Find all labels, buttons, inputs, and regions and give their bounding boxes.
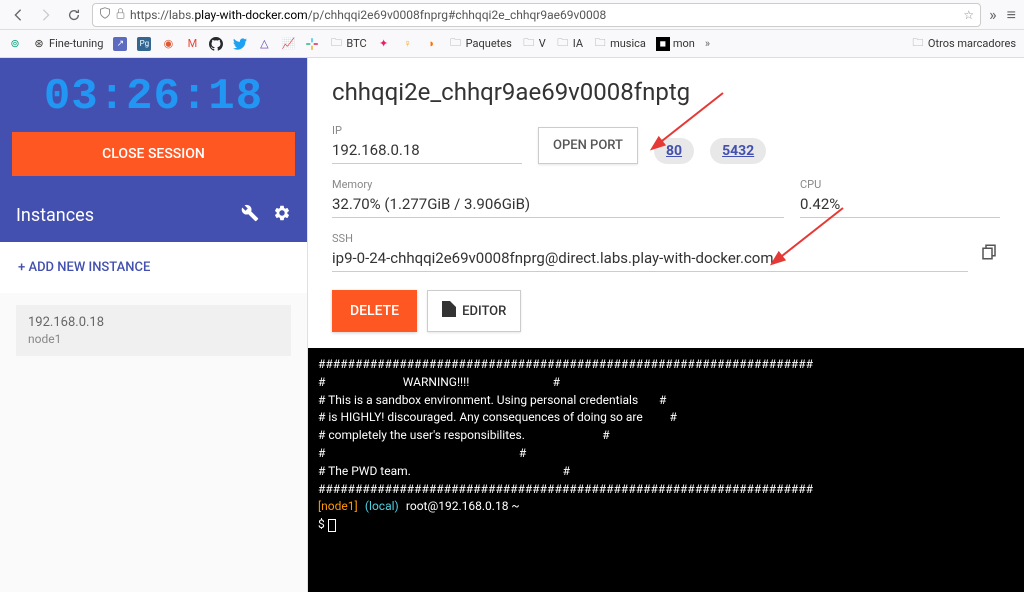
instance-panel: chhqqi2e_chhqr9ae69v0008fnptg IP 192.168… [308,58,1024,348]
duckduckgo-icon: ◉ [161,37,175,51]
bookmark-folder[interactable]: 🗀Paquetes [449,37,512,51]
pg-icon: Pg [137,37,151,51]
chart-icon: 📈 [281,37,295,51]
port-link-80[interactable]: 80 [654,138,694,164]
chevron-double-right-icon[interactable]: » [989,5,997,25]
bookmark-folder[interactable]: 🗀V [522,37,546,51]
delete-button[interactable]: DELETE [332,290,417,332]
shield-icon [99,7,111,22]
folder-icon: 🗀 [556,37,570,51]
slack-icon [305,37,319,51]
bookmark-folder[interactable]: 🗀BTC [329,37,366,51]
bookmark-item[interactable]: ♀ [401,37,415,51]
main-area: 03:26:18 CLOSE SESSION Instances + ADD N… [0,58,1024,592]
gmail-icon: M [185,37,199,51]
bookmark-item[interactable]: ⊛Fine-tuning [32,37,103,51]
gear-icon[interactable] [273,204,291,226]
content-area: chhqqi2e_chhqr9ae69v0008fnptg IP 192.168… [308,58,1024,592]
instance-name: node1 [28,332,279,346]
reload-button[interactable] [64,5,84,25]
instance-title: chhqqi2e_chhqr9ae69v0008fnptg [332,78,1000,106]
url-text: https://labs.play-with-docker.com/p/chhq… [130,8,959,22]
bookmark-folder-otros[interactable]: 🗀Otros marcadores [911,37,1016,51]
openai-icon: ⊚ [8,37,22,51]
instances-header: Instances [0,192,307,242]
browser-toolbar: https://labs.play-with-docker.com/p/chhq… [0,0,1024,30]
bookmark-item[interactable]: ◼mon [656,37,695,51]
terminal-cursor [328,519,336,532]
mon-icon: ◼ [656,37,670,51]
folder-icon: 🗀 [911,37,925,51]
ext-icon: ↗ [113,37,127,51]
bookmark-item[interactable]: ↗ [113,37,127,51]
generic-icon: ◗ [425,37,439,51]
ssh-label: SSH [332,232,968,245]
folder-icon: 🗀 [522,37,536,51]
add-instance-button[interactable]: + ADD NEW INSTANCE [0,242,307,293]
sidebar: 03:26:18 CLOSE SESSION Instances + ADD N… [0,58,308,592]
bookmark-item[interactable]: 📈 [281,37,295,51]
folder-icon: 🗀 [329,37,343,51]
bookmark-folder[interactable]: 🗀IA [556,37,583,51]
instances-title: Instances [16,205,94,226]
generic-icon: ♀ [401,37,415,51]
bookmark-item[interactable]: △ [257,37,271,51]
bookmark-item[interactable]: ⊚ [8,37,22,51]
bookmark-item[interactable]: ◉ [161,37,175,51]
close-session-button[interactable]: CLOSE SESSION [12,132,295,176]
folder-icon: 🗀 [593,37,607,51]
memory-label: Memory [332,178,784,191]
ip-value: 192.168.0.18 [332,141,522,164]
openai-icon: ⊛ [32,37,46,51]
forward-button[interactable] [36,5,56,25]
file-icon [442,301,456,321]
terminal[interactable]: ########################################… [308,348,1024,592]
chevron-double-right-icon[interactable]: » [705,37,710,50]
ssh-value: ip9-0-24-chhqqi2e69v0008fnprg@direct.lab… [332,249,968,272]
bookmark-item[interactable] [209,37,223,51]
bookmark-item[interactable] [305,37,319,51]
editor-button[interactable]: EDITOR [427,290,521,332]
sidebar-header: 03:26:18 CLOSE SESSION Instances [0,58,307,242]
instance-ip: 192.168.0.18 [28,315,279,330]
bookmark-item[interactable]: Pg [137,37,151,51]
copy-ssh-button[interactable] [978,241,1000,263]
folder-icon: 🗀 [449,37,463,51]
cpu-value: 0.42% [800,195,1000,218]
bookmark-folder[interactable]: 🗀musica [593,37,646,51]
menu-icon[interactable]: ≡ [1007,5,1016,25]
twitter-icon [233,37,247,51]
lock-icon [115,8,126,22]
instance-list-item[interactable]: 192.168.0.18 node1 [16,305,291,356]
back-button[interactable] [8,5,28,25]
github-icon [209,37,223,51]
wrench-icon[interactable] [241,204,259,226]
bookmark-item[interactable]: M [185,37,199,51]
ip-label: IP [332,124,522,137]
session-timer: 03:26:18 [0,58,307,132]
bookmarks-bar: ⊚ ⊛Fine-tuning ↗ Pg ◉ M △ 📈 🗀BTC ✦ ♀ ◗ 🗀… [0,30,1024,58]
url-bar[interactable]: https://labs.play-with-docker.com/p/chhq… [92,3,981,27]
memory-value: 32.70% (1.277GiB / 3.906GiB) [332,195,784,218]
port-link-5432[interactable]: 5432 [710,138,766,164]
bookmark-item[interactable]: ◗ [425,37,439,51]
bookmark-star-icon[interactable]: ☆ [963,8,974,22]
bookmark-item[interactable]: ✦ [377,37,391,51]
triangle-icon: △ [257,37,271,51]
open-port-button[interactable]: OPEN PORT [538,127,638,164]
cpu-label: CPU [800,178,1000,191]
bookmark-item[interactable] [233,37,247,51]
generic-icon: ✦ [377,37,391,51]
